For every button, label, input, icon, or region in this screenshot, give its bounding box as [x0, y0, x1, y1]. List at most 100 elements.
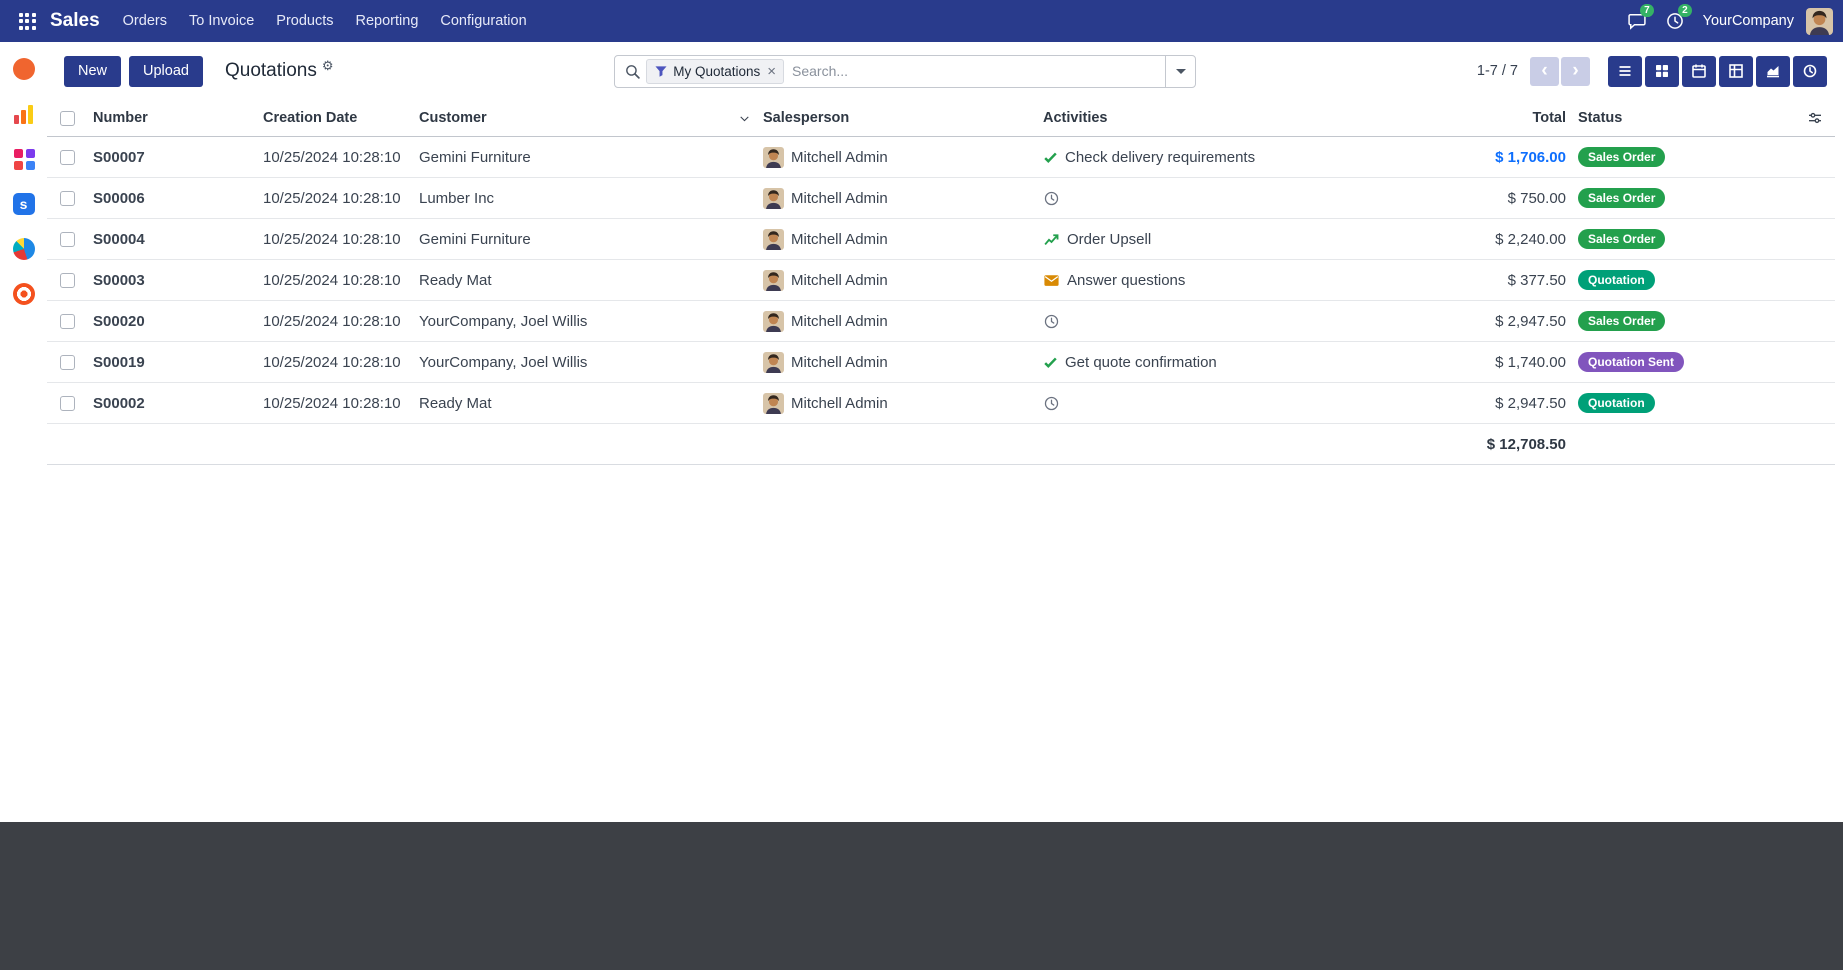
salesperson-avatar: [763, 352, 784, 373]
activity-cell[interactable]: Check delivery requirements: [1037, 149, 1427, 166]
customer: Gemini Furniture: [413, 149, 757, 166]
table-row[interactable]: S00019 10/25/2024 10:28:10 YourCompany, …: [47, 342, 1835, 383]
salesperson: Mitchell Admin: [757, 352, 1037, 373]
order-number: S00019: [87, 354, 257, 371]
salesperson-avatar: [763, 229, 784, 250]
table-row[interactable]: S00002 10/25/2024 10:28:10 Ready Mat Mit…: [47, 383, 1835, 424]
col-total[interactable]: Total: [1427, 110, 1572, 126]
search-icon: [624, 63, 641, 80]
messages-button[interactable]: 7: [1619, 0, 1655, 42]
status-badge: Sales Order: [1578, 147, 1665, 167]
menu-reporting[interactable]: Reporting: [345, 0, 430, 42]
app-name[interactable]: Sales: [50, 10, 100, 32]
apps-menu-icon[interactable]: [10, 0, 44, 42]
menu-orders[interactable]: Orders: [112, 0, 178, 42]
new-button[interactable]: New: [64, 56, 121, 87]
salesperson: Mitchell Admin: [757, 311, 1037, 332]
pager-next-button[interactable]: ›: [1561, 57, 1590, 86]
calendar-view-button[interactable]: [1682, 56, 1716, 87]
activity-cell[interactable]: [1037, 190, 1427, 207]
graph-view-button[interactable]: [1756, 56, 1790, 87]
row-checkbox[interactable]: [60, 355, 75, 370]
sales-app-icon[interactable]: s: [13, 193, 35, 215]
activity-cell[interactable]: [1037, 313, 1427, 330]
col-salesperson[interactable]: Salesperson: [757, 110, 1037, 126]
list-view-button[interactable]: [1608, 56, 1642, 87]
salesperson-name: Mitchell Admin: [791, 313, 888, 330]
table-row[interactable]: S00004 10/25/2024 10:28:10 Gemini Furnit…: [47, 219, 1835, 260]
order-number: S00007: [87, 149, 257, 166]
row-checkbox[interactable]: [60, 273, 75, 288]
col-customer[interactable]: Customer: [413, 110, 757, 126]
col-status[interactable]: Status: [1572, 110, 1732, 126]
menu-configuration[interactable]: Configuration: [429, 0, 537, 42]
kanban-view-button[interactable]: [1645, 56, 1679, 87]
user-avatar[interactable]: [1806, 8, 1833, 35]
menu-to-invoice[interactable]: To Invoice: [178, 0, 265, 42]
pivot-view-button[interactable]: [1719, 56, 1753, 87]
sort-chevron-down-icon: [738, 112, 751, 125]
col-creation-date[interactable]: Creation Date: [257, 110, 413, 126]
menu-products[interactable]: Products: [265, 0, 344, 42]
upload-button[interactable]: Upload: [129, 56, 203, 87]
col-number[interactable]: Number: [87, 110, 257, 126]
app-grid-icon[interactable]: [13, 148, 35, 170]
pie-chart-icon[interactable]: [13, 238, 35, 260]
pager-prev-button[interactable]: ‹: [1530, 57, 1559, 86]
row-checkbox[interactable]: [60, 396, 75, 411]
activity-cell[interactable]: [1037, 395, 1427, 412]
customer: Gemini Furniture: [413, 231, 757, 248]
clock-icon: [1043, 190, 1060, 207]
salesperson: Mitchell Admin: [757, 229, 1037, 250]
activity-view-button[interactable]: [1793, 56, 1827, 87]
row-checkbox[interactable]: [60, 314, 75, 329]
table-row[interactable]: S00020 10/25/2024 10:28:10 YourCompany, …: [47, 301, 1835, 342]
optional-columns-button[interactable]: [1795, 110, 1835, 126]
bar-chart-icon[interactable]: [13, 103, 35, 125]
row-checkbox[interactable]: [60, 150, 75, 165]
filter-funnel-icon: [654, 64, 668, 78]
row-checkbox[interactable]: [60, 232, 75, 247]
odoo-icon[interactable]: [13, 58, 35, 80]
select-all-checkbox[interactable]: [60, 111, 75, 126]
col-activities[interactable]: Activities: [1037, 110, 1427, 126]
caret-down-icon: [1176, 69, 1186, 74]
order-number: S00020: [87, 313, 257, 330]
search-facet[interactable]: My Quotations ×: [646, 59, 784, 84]
creation-date: 10/25/2024 10:28:10: [257, 149, 413, 166]
salesperson-name: Mitchell Admin: [791, 149, 888, 166]
order-total: $ 1,740.00: [1427, 354, 1572, 371]
search-dropdown-toggle[interactable]: [1165, 56, 1195, 87]
envelope-icon: [1043, 272, 1060, 289]
sum-total: $ 12,708.50: [1427, 436, 1572, 453]
search-input[interactable]: [784, 63, 1165, 79]
salesperson-avatar: [763, 393, 784, 414]
customer: Lumber Inc: [413, 190, 757, 207]
remove-facet-icon[interactable]: ×: [767, 64, 776, 79]
row-checkbox[interactable]: [60, 191, 75, 206]
table-row[interactable]: S00007 10/25/2024 10:28:10 Gemini Furnit…: [47, 137, 1835, 178]
activity-cell[interactable]: Answer questions: [1037, 272, 1427, 289]
calendar-view-icon: [1691, 63, 1707, 79]
settings-ring-icon[interactable]: [13, 283, 35, 305]
check-icon: [1043, 355, 1058, 370]
control-panel: New Upload Quotations ⚙ My Quotations × …: [47, 42, 1843, 100]
page-title: Quotations: [225, 60, 317, 82]
table-row[interactable]: S00006 10/25/2024 10:28:10 Lumber Inc Mi…: [47, 178, 1835, 219]
company-switcher[interactable]: YourCompany: [1703, 13, 1794, 29]
activities-button[interactable]: 2: [1657, 0, 1693, 42]
salesperson-name: Mitchell Admin: [791, 272, 888, 289]
table-header-row: Number Creation Date Customer Salesperso…: [47, 100, 1835, 137]
line-chart-icon: [1043, 231, 1060, 248]
creation-date: 10/25/2024 10:28:10: [257, 395, 413, 412]
action-gear-icon[interactable]: ⚙: [322, 58, 334, 74]
salesperson-name: Mitchell Admin: [791, 354, 888, 371]
order-number: S00002: [87, 395, 257, 412]
activity-cell[interactable]: Order Upsell: [1037, 231, 1427, 248]
activity-cell[interactable]: Get quote confirmation: [1037, 354, 1427, 371]
status-badge: Sales Order: [1578, 188, 1665, 208]
messages-badge: 7: [1640, 4, 1654, 17]
table-row[interactable]: S00003 10/25/2024 10:28:10 Ready Mat Mit…: [47, 260, 1835, 301]
avatar-image: [1806, 8, 1833, 35]
salesperson-name: Mitchell Admin: [791, 395, 888, 412]
